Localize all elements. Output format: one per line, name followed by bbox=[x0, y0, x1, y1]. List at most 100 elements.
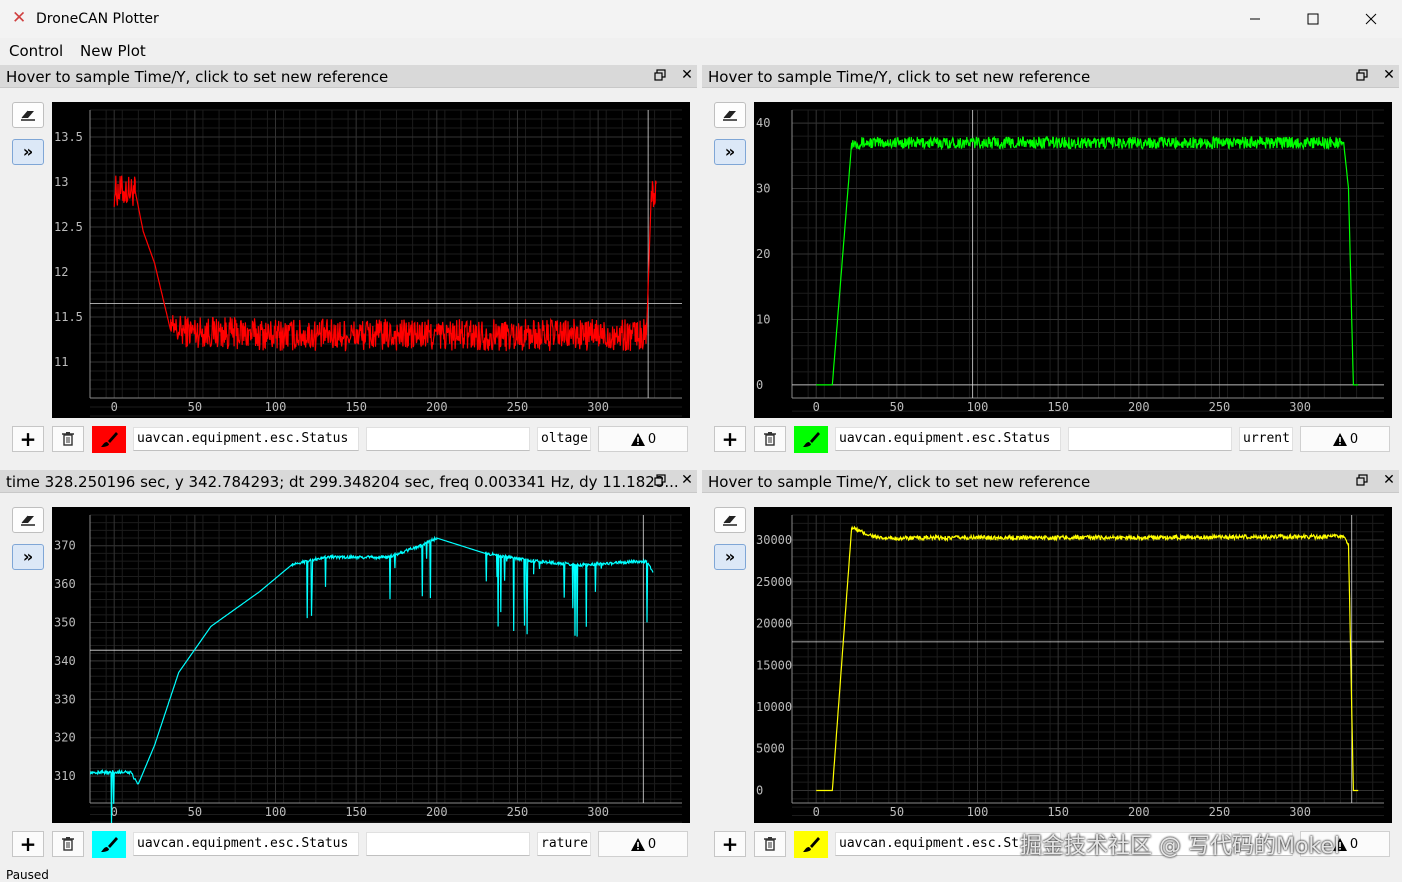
y-tick-label: 25000 bbox=[756, 575, 792, 589]
eraser-icon bbox=[723, 515, 737, 526]
x-tick-label: 150 bbox=[345, 400, 367, 414]
y-tick-label: 11.5 bbox=[54, 310, 83, 324]
menu-new-plot[interactable]: New Plot bbox=[80, 42, 146, 60]
close-panel-icon[interactable]: ✕ bbox=[1382, 68, 1396, 82]
y-tick-label: 5000 bbox=[756, 742, 785, 756]
add-series-button[interactable]: + bbox=[12, 426, 44, 452]
y-tick-label: 15000 bbox=[756, 658, 792, 672]
series-color-button[interactable] bbox=[92, 831, 126, 858]
plot-panel: time 328.250196 sec, y 342.784293; dt 29… bbox=[0, 470, 697, 875]
eraser-icon bbox=[21, 110, 35, 121]
x-tick-label: 200 bbox=[426, 805, 448, 819]
x-tick-label: 250 bbox=[507, 805, 529, 819]
clear-plot-button[interactable] bbox=[12, 102, 44, 128]
x-tick-label: 150 bbox=[345, 805, 367, 819]
close-panel-icon[interactable]: ✕ bbox=[680, 68, 694, 82]
x-tick-label: 200 bbox=[1128, 805, 1150, 819]
y-tick-label: 10000 bbox=[756, 700, 792, 714]
message-type-field[interactable]: uavcan.equipment.esc.Status bbox=[133, 427, 359, 451]
y-tick-label: 12.5 bbox=[54, 220, 83, 234]
follow-button[interactable]: » bbox=[12, 544, 44, 570]
float-panel-icon[interactable] bbox=[654, 474, 668, 488]
series-controls: + uavcan.equipment.esc.Status urrent 0 bbox=[702, 426, 1399, 454]
x-tick-label: 100 bbox=[967, 805, 989, 819]
close-panel-icon[interactable]: ✕ bbox=[1382, 473, 1396, 487]
x-tick-label: 50 bbox=[890, 805, 904, 819]
follow-button[interactable]: » bbox=[12, 139, 44, 165]
message-type-field[interactable]: uavcan.equipment.esc.Status bbox=[835, 427, 1061, 451]
warning-count: 0 bbox=[1349, 431, 1359, 447]
clear-plot-button[interactable] bbox=[714, 102, 746, 128]
x-tick-label: 100 bbox=[265, 805, 287, 819]
series-color-button[interactable] bbox=[92, 426, 126, 453]
double-chevron-right-icon: » bbox=[22, 547, 34, 566]
add-series-button[interactable]: + bbox=[714, 426, 746, 452]
series-controls: + uavcan.equipment.esc.Status oltage 0 bbox=[0, 426, 697, 454]
series-color-button[interactable] bbox=[794, 426, 828, 453]
field-name-input[interactable]: rature bbox=[537, 832, 591, 856]
menu-bar: Control New Plot bbox=[0, 38, 1402, 64]
maximize-icon bbox=[1307, 13, 1319, 25]
minimize-icon bbox=[1250, 18, 1260, 20]
chart-svg: 0 50 100 150 200 250 300 0 5000 10000 15000 20000 25… bbox=[756, 514, 1384, 819]
x-tick-label: 200 bbox=[1128, 400, 1150, 414]
warnings-button[interactable]: 0 bbox=[598, 426, 688, 452]
clear-plot-button[interactable] bbox=[714, 507, 746, 533]
x-tick-label: 0 bbox=[813, 805, 820, 819]
x-tick-label: 50 bbox=[890, 400, 904, 414]
minimize-button[interactable] bbox=[1226, 0, 1284, 38]
delete-series-button[interactable] bbox=[754, 426, 786, 452]
plot-area[interactable]: 0 50 100 150 200 250 300 11 11.5 12 12.5 13 13.5 bbox=[52, 102, 690, 418]
chart-svg: 0 50 100 150 200 250 300310320330340350360370 bbox=[54, 514, 682, 823]
float-panel-icon[interactable] bbox=[1356, 69, 1370, 83]
warnings-button[interactable]: 0 bbox=[1300, 426, 1390, 452]
expression-field[interactable] bbox=[366, 427, 530, 451]
y-tick-label: 10 bbox=[756, 312, 770, 326]
delete-series-button[interactable] bbox=[754, 831, 786, 857]
y-tick-label: 330 bbox=[54, 692, 76, 706]
x-tick-label: 300 bbox=[587, 400, 609, 414]
panel-header-text: Hover to sample Time/Y, click to set new… bbox=[708, 473, 1091, 491]
double-chevron-right-icon: » bbox=[22, 142, 34, 161]
paintbrush-icon bbox=[101, 431, 118, 447]
add-series-button[interactable]: + bbox=[12, 831, 44, 857]
follow-button[interactable]: » bbox=[714, 544, 746, 570]
panel-header: Hover to sample Time/Y, click to set new… bbox=[702, 470, 1399, 493]
plot-area[interactable]: 0 50 100 150 200 250 300 310 320 330 340 350 360 370 bbox=[52, 507, 690, 823]
y-tick-label: 370 bbox=[54, 539, 76, 553]
x-tick-label: 0 bbox=[111, 400, 118, 414]
maximize-button[interactable] bbox=[1284, 0, 1342, 38]
warning-count: 0 bbox=[647, 836, 657, 852]
panel-header-text: Hover to sample Time/Y, click to set new… bbox=[6, 68, 389, 86]
close-window-button[interactable] bbox=[1342, 0, 1400, 38]
eraser-icon bbox=[21, 515, 35, 526]
plus-icon: + bbox=[721, 427, 739, 451]
add-series-button[interactable]: + bbox=[714, 831, 746, 857]
clear-plot-button[interactable] bbox=[12, 507, 44, 533]
y-tick-label: 0 bbox=[756, 783, 763, 797]
field-name-input[interactable]: urrent bbox=[1239, 427, 1293, 451]
warnings-button[interactable]: 0 bbox=[598, 831, 688, 857]
expression-field[interactable] bbox=[366, 832, 530, 856]
field-name-input[interactable]: oltage bbox=[537, 427, 591, 451]
delete-series-button[interactable] bbox=[52, 426, 84, 452]
series-color-button[interactable] bbox=[794, 831, 828, 858]
panel-header: Hover to sample Time/Y, click to set new… bbox=[0, 65, 697, 88]
panel-header-text: Hover to sample Time/Y, click to set new… bbox=[708, 68, 1091, 86]
close-panel-icon[interactable]: ✕ bbox=[680, 473, 694, 487]
x-tick-label: 50 bbox=[188, 805, 202, 819]
plot-area[interactable]: 0 50 100 150 200 250 300 0 5000 10000 15000 20000 25… bbox=[754, 507, 1392, 823]
paintbrush-icon bbox=[101, 836, 118, 852]
float-panel-icon[interactable] bbox=[1356, 474, 1370, 488]
x-tick-label: 250 bbox=[507, 400, 529, 414]
plot-area[interactable]: 0 50 100 150 200 250 300 0 10 20 30 40 bbox=[754, 102, 1392, 418]
series-line bbox=[89, 535, 654, 823]
menu-control[interactable]: Control bbox=[9, 42, 63, 60]
follow-button[interactable]: » bbox=[714, 139, 746, 165]
message-type-field[interactable]: uavcan.equipment.esc.Status bbox=[133, 832, 359, 856]
float-panel-icon[interactable] bbox=[654, 69, 668, 83]
expression-field[interactable] bbox=[1068, 427, 1232, 451]
delete-series-button[interactable] bbox=[52, 831, 84, 857]
window-title: DroneCAN Plotter bbox=[36, 11, 159, 27]
y-tick-label: 40 bbox=[756, 116, 770, 130]
